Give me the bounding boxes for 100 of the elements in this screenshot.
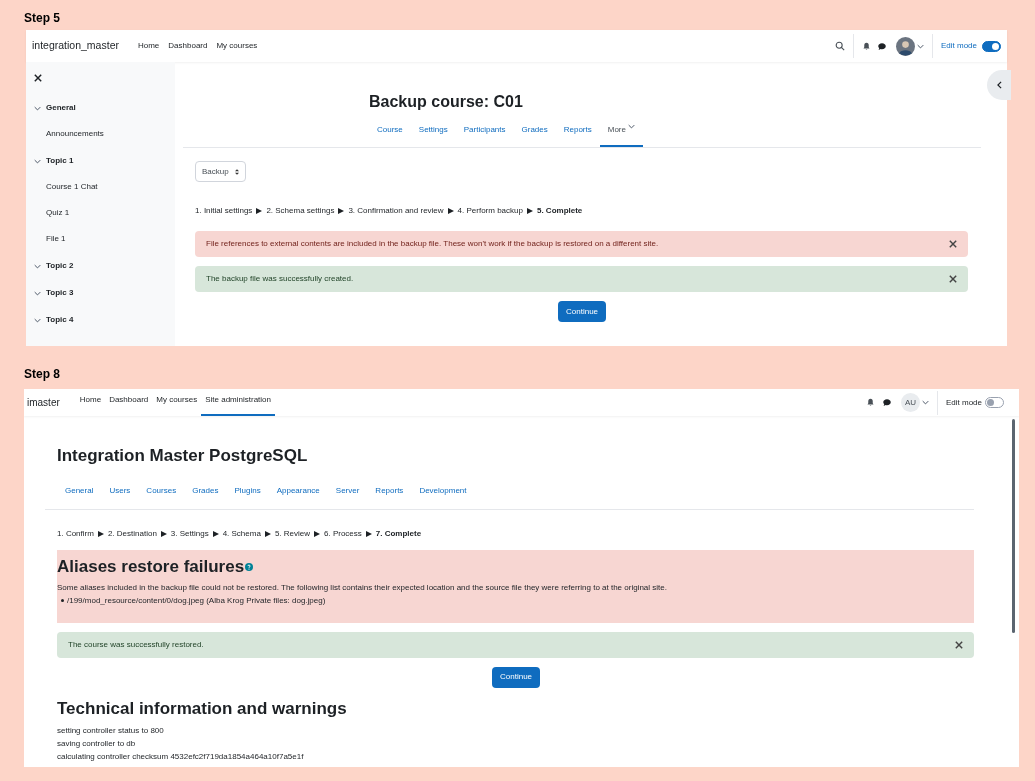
close-icon[interactable] [955, 640, 963, 649]
bell-icon[interactable] [861, 41, 871, 51]
user-avatar[interactable]: AU [900, 393, 920, 412]
progress-step: 1. Initial settings [195, 205, 253, 217]
nav-link[interactable]: Site administration [201, 389, 275, 416]
tab[interactable]: Settings [410, 124, 456, 147]
sort-icon [235, 168, 239, 175]
site-name[interactable]: imaster [27, 395, 60, 410]
chevron-down-icon [34, 105, 41, 111]
page-heading: Backup course: C01 [369, 92, 524, 112]
page-heading: Integration Master PostgreSQL [57, 445, 309, 467]
progress-step: 4. Perform backup [457, 205, 523, 217]
progress-step: 4. Schema [222, 527, 261, 540]
nav-link[interactable]: My courses [152, 389, 202, 416]
alert-message: File references to external contents are included in the backup file. These won't work if the backup is restored on a different site. [206, 238, 659, 250]
tab[interactable]: Participants [455, 124, 514, 147]
continue-button[interactable]: Continue [492, 666, 541, 688]
chat-icon[interactable] [881, 398, 892, 407]
section-heading: Technical information and warnings [57, 697, 348, 720]
nav-link[interactable]: Home [137, 40, 160, 52]
progress-step: 3. Settings [170, 527, 209, 540]
section-title[interactable]: Topic 4 [46, 314, 74, 326]
edit-mode-label: Edit mode [940, 40, 977, 52]
step-label: Step 5 [24, 10, 61, 27]
chat-icon[interactable] [876, 41, 887, 51]
progress-step: 5. Complete [536, 205, 583, 217]
tab[interactable]: Grades [184, 484, 227, 509]
progress-step: 7. Complete [375, 527, 422, 540]
tab[interactable]: Reports [367, 484, 412, 509]
drawer-toggle-button[interactable] [987, 70, 1011, 100]
help-icon[interactable] [245, 563, 254, 571]
tab[interactable]: General [57, 484, 102, 509]
section-title[interactable]: Topic 2 [46, 260, 74, 272]
alert-message: The backup file was successfully created. [206, 273, 354, 285]
nav-link[interactable]: Home [75, 389, 106, 416]
tab[interactable]: Appearance [268, 484, 328, 509]
arrow-right-icon [264, 530, 271, 537]
file-path: /199/mod_resource/content/0/dog.jpeg (Alba Krog Private files: dog.jpeg) [67, 594, 326, 607]
chevron-down-icon [628, 124, 635, 129]
nav-link[interactable]: Dashboard [105, 389, 153, 416]
activity-link[interactable]: File 1 [46, 233, 175, 245]
site-name[interactable]: integration_master [32, 38, 119, 54]
progress-step: 5. Review [274, 527, 310, 540]
bullet-icon [61, 599, 64, 602]
tab[interactable]: Plugins [226, 484, 269, 509]
tab[interactable]: Course [369, 124, 411, 147]
arrow-right-icon [212, 530, 219, 537]
log-line: setting controller status to 800 [57, 725, 165, 737]
log-line: saving controller to db [57, 738, 137, 750]
backup-select[interactable]: Backup [195, 161, 246, 182]
tab[interactable]: Development [411, 484, 475, 509]
arrow-right-icon [365, 530, 372, 537]
activity-link[interactable]: Announcements [46, 128, 175, 140]
bell-icon[interactable] [865, 398, 875, 407]
section-title[interactable]: Topic 3 [46, 287, 74, 299]
close-icon[interactable] [949, 275, 957, 283]
tab[interactable]: Users [101, 484, 139, 509]
continue-button[interactable]: Continue [558, 301, 607, 322]
chevron-down-icon [34, 290, 41, 296]
edit-mode-switch[interactable] [985, 397, 1004, 408]
close-icon[interactable] [949, 240, 957, 248]
progress-step: 6. Process [324, 527, 362, 540]
chevron-down-icon [34, 317, 41, 323]
search-icon[interactable] [834, 41, 845, 51]
close-icon[interactable] [34, 74, 42, 82]
tab[interactable]: Grades [513, 124, 556, 147]
arrow-right-icon [256, 208, 263, 214]
chevron-down-icon [921, 400, 929, 405]
edit-mode-switch[interactable] [982, 40, 1001, 52]
arrow-right-icon [447, 208, 454, 214]
arrow-right-icon [314, 530, 320, 537]
section-title[interactable]: General [46, 102, 76, 114]
chevron-down-icon [34, 158, 41, 164]
log-line: calculating controller checksum 4532efc2f719da1854a464a10f7a5e1f [57, 751, 305, 763]
chevron-down-icon [34, 263, 41, 269]
arrow-right-icon [160, 530, 167, 537]
section-heading: Aliases restore failures [57, 557, 245, 575]
arrow-right-icon [526, 208, 533, 214]
alert-message: The course was successfully restored. [68, 638, 204, 651]
progress-step: 1. Confirm [57, 527, 94, 540]
activity-link[interactable]: Quiz 1 [46, 207, 175, 219]
arrow-right-icon [338, 208, 345, 214]
avatar-icon[interactable] [895, 36, 915, 56]
edit-mode-label: Edit mode [945, 396, 982, 409]
arrow-right-icon [97, 530, 104, 537]
progress-step: 3. Confirmation and review [348, 205, 444, 217]
progress-step: 2. Schema settings [266, 205, 335, 217]
section-title[interactable]: Topic 1 [46, 155, 74, 167]
tab[interactable]: Reports [555, 124, 600, 147]
chevron-left-icon [996, 81, 1002, 89]
scrollbar[interactable] [1012, 419, 1015, 633]
nav-link[interactable]: Dashboard [168, 40, 208, 52]
step-label: Step 8 [24, 366, 61, 383]
activity-link[interactable]: Course 1 Chat [46, 181, 175, 193]
error-message: Some aliases included in the backup file could not be restored. The following list contains their expected location and the source file they were referring to at the original site. [57, 581, 668, 594]
tab[interactable]: Server [327, 484, 368, 509]
tab[interactable]: Courses [138, 484, 185, 509]
chevron-down-icon [916, 43, 924, 49]
progress-step: 2. Destination [107, 527, 157, 540]
nav-link[interactable]: My courses [216, 40, 258, 52]
